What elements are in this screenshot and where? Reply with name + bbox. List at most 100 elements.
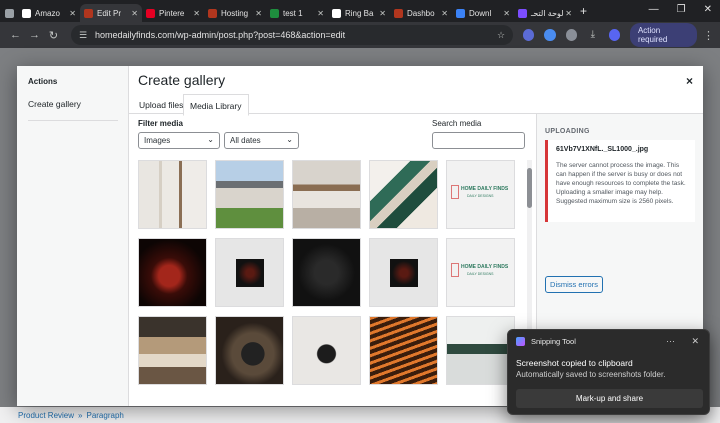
date-filter-value: All dates bbox=[230, 136, 261, 145]
minimize-icon[interactable]: — bbox=[649, 4, 659, 15]
extension-icon[interactable] bbox=[544, 29, 556, 41]
tab-label: Dashbo bbox=[407, 8, 435, 18]
tab-label: Downl bbox=[469, 8, 492, 18]
media-type-select[interactable]: Images ⌄ bbox=[138, 132, 220, 149]
media-thumbnail[interactable]: HOME DAILY FINDS DAILY DESIGNS bbox=[446, 160, 515, 229]
filter-media-label: Filter media bbox=[138, 119, 183, 128]
close-window-icon[interactable]: ✕ bbox=[704, 4, 712, 15]
browser-tab[interactable]: Hosting ✕ bbox=[204, 4, 266, 22]
browser-menu-icon[interactable]: ⋮ bbox=[703, 29, 714, 42]
window-controls: — ❐ ✕ bbox=[649, 4, 712, 15]
modal-sidebar: Actions Create gallery bbox=[17, 66, 129, 406]
tab-upload-files[interactable]: Upload files bbox=[133, 97, 189, 113]
extension-icon[interactable] bbox=[523, 29, 535, 41]
tab-close-icon[interactable]: ✕ bbox=[379, 9, 386, 18]
site-info-icon[interactable]: ☰ bbox=[79, 30, 87, 41]
browser-tab[interactable]: Downl ✕ bbox=[452, 4, 514, 22]
browser-tab-strip: Amazo ✕ Edit Pr ✕ Pintere ✕ Hosting ✕ test 1 ✕ Rin… bbox=[0, 0, 720, 22]
markup-and-share-button[interactable]: Mark-up and share bbox=[516, 389, 703, 408]
tab-favicon-icon bbox=[394, 8, 403, 18]
media-thumbnail[interactable] bbox=[215, 238, 284, 307]
scrollbar-thumb[interactable] bbox=[527, 168, 532, 208]
browser-tab[interactable]: Edit Pr ✕ bbox=[80, 4, 142, 22]
close-icon[interactable]: × bbox=[686, 74, 693, 88]
tab-label: Edit Pr bbox=[97, 8, 122, 18]
upload-filename: 61Vb7V1XNfL._SL1000_.jpg bbox=[556, 146, 649, 153]
tab-favicon-icon bbox=[518, 8, 527, 18]
breadcrumb-paragraph[interactable]: Paragraph bbox=[86, 411, 123, 420]
tab-label: Hosting bbox=[221, 8, 249, 18]
tab-favicon-icon bbox=[332, 8, 341, 18]
browser-tab[interactable]: Dashbo ✕ bbox=[390, 4, 452, 22]
extension-puzzle-icon[interactable] bbox=[565, 29, 578, 41]
browser-tab[interactable] bbox=[0, 4, 18, 22]
media-thumbnail[interactable]: HOME DAILY FINDS DAILY DESIGNS bbox=[446, 238, 515, 307]
media-thumbnail[interactable] bbox=[369, 238, 438, 307]
browser-tab[interactable]: لوحة التحـ ✕ bbox=[514, 4, 576, 22]
back-icon[interactable]: ← bbox=[6, 29, 25, 41]
action-required-button[interactable]: Action required bbox=[629, 23, 698, 47]
media-thumbnail[interactable] bbox=[292, 316, 361, 385]
media-thumbnail[interactable] bbox=[369, 316, 438, 385]
search-media-label: Search media bbox=[432, 119, 482, 128]
media-thumbnail[interactable] bbox=[138, 160, 207, 229]
tab-favicon-icon bbox=[208, 8, 217, 18]
breadcrumb-separator: » bbox=[78, 410, 83, 420]
media-type-value: Images bbox=[144, 136, 171, 145]
tab-close-icon[interactable]: ✕ bbox=[317, 9, 324, 18]
sidebar-item-create-gallery[interactable]: Create gallery bbox=[28, 99, 81, 109]
close-icon[interactable]: ✕ bbox=[691, 336, 699, 347]
snipping-tool-icon bbox=[516, 337, 525, 346]
reload-icon[interactable]: ↻ bbox=[44, 29, 63, 42]
url-bar[interactable]: ☰ homedailyfinds.com/wp-admin/post.php?p… bbox=[70, 25, 514, 45]
tab-close-icon[interactable]: ✕ bbox=[441, 9, 448, 18]
media-thumbnail[interactable] bbox=[215, 316, 284, 385]
restore-icon[interactable]: ❐ bbox=[677, 4, 686, 15]
date-filter-select[interactable]: All dates ⌄ bbox=[224, 132, 299, 149]
media-thumbnail[interactable] bbox=[369, 160, 438, 229]
tab-close-icon[interactable]: ✕ bbox=[131, 9, 138, 18]
breadcrumb-product-review[interactable]: Product Review bbox=[18, 411, 74, 420]
logo-text: HOME DAILY FINDS bbox=[461, 186, 509, 192]
browser-tab[interactable]: Ring Ba ✕ bbox=[328, 4, 390, 22]
search-media-input[interactable] bbox=[432, 132, 525, 149]
logo-subtext: DAILY DESIGNS bbox=[467, 194, 494, 198]
uploading-heading: UPLOADING bbox=[545, 128, 590, 135]
sidebar-divider bbox=[28, 120, 118, 121]
toast-app: Snipping Tool bbox=[516, 337, 576, 346]
thumbnail-image bbox=[390, 259, 418, 287]
logo-mark-icon bbox=[451, 185, 459, 199]
media-thumbnail[interactable] bbox=[446, 316, 515, 385]
media-thumbnail[interactable] bbox=[292, 160, 361, 229]
logo-text: HOME DAILY FINDS bbox=[461, 264, 509, 270]
tab-favicon-icon bbox=[5, 8, 14, 18]
url-text: homedailyfinds.com/wp-admin/post.php?pos… bbox=[95, 30, 346, 40]
browser-tab[interactable]: test 1 ✕ bbox=[266, 4, 328, 22]
upload-error-notice: 61Vb7V1XNfL._SL1000_.jpg The server cann… bbox=[545, 140, 695, 222]
media-thumbnail[interactable] bbox=[138, 238, 207, 307]
new-tab-icon[interactable]: + bbox=[580, 4, 587, 18]
download-icon[interactable]: ⤓ bbox=[587, 29, 598, 41]
forward-icon[interactable]: → bbox=[25, 29, 44, 41]
tab-close-icon[interactable]: ✕ bbox=[503, 9, 510, 18]
modal-title: Create gallery bbox=[138, 72, 226, 88]
tab-close-icon[interactable]: ✕ bbox=[193, 9, 200, 18]
address-toolbar: ← → ↻ ☰ homedailyfinds.com/wp-admin/post… bbox=[0, 22, 720, 48]
more-options-icon[interactable]: ··· bbox=[666, 336, 675, 346]
toast-subtitle: Automatically saved to screenshots folde… bbox=[516, 370, 666, 379]
media-thumbnail[interactable] bbox=[292, 238, 361, 307]
tab-media-library[interactable]: Media Library bbox=[183, 94, 249, 116]
dismiss-errors-button[interactable]: Dismiss errors bbox=[545, 276, 603, 293]
profile-avatar[interactable] bbox=[608, 29, 620, 41]
media-thumbnail[interactable] bbox=[138, 316, 207, 385]
media-thumbnail[interactable] bbox=[215, 160, 284, 229]
browser-tab[interactable]: Amazo ✕ bbox=[18, 4, 80, 22]
tab-close-icon[interactable]: ✕ bbox=[69, 9, 76, 18]
tab-close-icon[interactable]: ✕ bbox=[565, 9, 572, 18]
thumbnail-image bbox=[236, 259, 264, 287]
browser-tab[interactable]: Pintere ✕ bbox=[142, 4, 204, 22]
tab-close-icon[interactable]: ✕ bbox=[255, 9, 262, 18]
tab-label: Amazo bbox=[35, 8, 60, 18]
modal-tabs: Upload files Media Library bbox=[129, 94, 703, 116]
bookmark-star-icon[interactable]: ☆ bbox=[497, 30, 505, 41]
